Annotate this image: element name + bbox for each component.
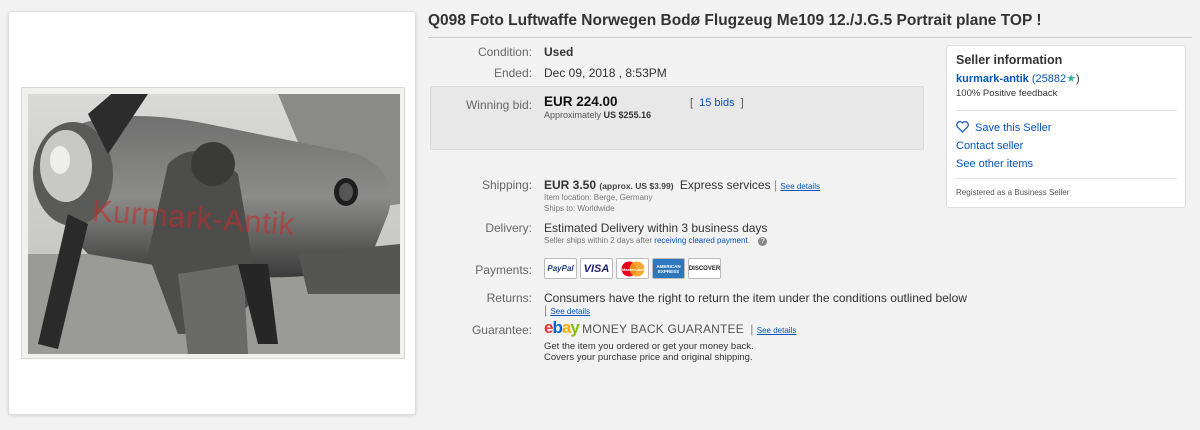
seller-feedback-score[interactable]: (25882: [1032, 73, 1066, 85]
ended-value: Dec 09, 2018 , 8:53PM: [544, 66, 667, 80]
seller-info-heading: Seller information: [956, 53, 1063, 67]
seller-score-close: ): [1075, 73, 1080, 85]
guarantee-line-1: Get the item you ordered or get your mon…: [544, 341, 754, 352]
condition-label: Condition:: [477, 45, 532, 59]
mastercard-text: MasterCard: [621, 267, 644, 272]
save-seller-link[interactable]: Save this Seller: [956, 121, 1051, 134]
amex-logo: AMERICAN EXPRESS: [652, 258, 685, 279]
returns-text: Consumers have the right to return the i…: [544, 291, 967, 305]
returns-see-details-link[interactable]: See details: [550, 307, 590, 316]
cleared-payment-link[interactable]: receiving cleared payment: [654, 236, 747, 245]
help-icon[interactable]: ?: [758, 237, 768, 246]
feedback-star-icon: ★: [1066, 73, 1076, 85]
winning-bid-approx: Approximately US $255.16: [544, 110, 651, 120]
guarantee-see-details-link[interactable]: See details: [757, 326, 797, 335]
item-photo-panel: Kurmark-Antik: [8, 11, 416, 415]
condition-value: Used: [544, 45, 574, 59]
delivery-label: Delivery:: [485, 221, 532, 235]
seller-name-row: kurmark-antik (25882★): [956, 72, 1080, 85]
returns-label: Returns:: [486, 291, 532, 305]
item-location: Item location: Berge, Germany: [544, 193, 653, 202]
winning-bid-label: Winning bid:: [465, 98, 532, 112]
bid-bracket-close: ]: [740, 97, 744, 109]
guarantee-label: Guarantee:: [471, 323, 532, 337]
business-seller-note: Registered as a Business Seller: [956, 188, 1070, 197]
shipping-approx: (approx. US $3.99): [599, 181, 674, 191]
ships-to: Ships to: Worldwide: [544, 204, 615, 213]
approx-prefix: Approximately: [544, 110, 602, 120]
item-title: Q098 Foto Luftwaffe Norwegen Bodø Flugze…: [428, 12, 1042, 29]
money-back-guarantee-text: MONEY BACK GUARANTEE: [582, 322, 744, 336]
delivery-note: Seller ships within 2 days after receivi…: [544, 236, 768, 246]
bid-count: [ 15 bids ]: [690, 97, 744, 109]
seller-name-link[interactable]: kurmark-antik: [956, 73, 1029, 85]
item-photo[interactable]: Kurmark-Antik: [21, 87, 405, 359]
title-divider: [428, 37, 1192, 38]
mastercard-circles-icon: MasterCard: [621, 261, 644, 276]
ended-label: Ended:: [493, 66, 532, 80]
shipping-service: Express services: [679, 178, 771, 192]
seller-information-box: Seller information kurmark-antik (25882★…: [946, 45, 1186, 208]
seller-divider-2: [956, 178, 1177, 179]
contact-seller-link[interactable]: Contact seller: [956, 140, 1023, 152]
seller-divider-1: [956, 110, 1177, 111]
payment-methods: PayPal VISA MasterCard AMERICAN EXPRESS …: [544, 258, 721, 279]
delivery-estimate: Estimated Delivery within 3 business day…: [544, 221, 768, 235]
see-other-items-link[interactable]: See other items: [956, 158, 1033, 170]
delivery-note-suffix: .: [747, 236, 750, 245]
shipping-cost: EUR 3.50: [544, 178, 597, 192]
shipping-value: EUR 3.50 (approx. US $3.99) Express serv…: [544, 178, 820, 192]
approx-value: US $255.16: [603, 110, 652, 120]
bid-history-link[interactable]: 15 bids: [699, 97, 734, 109]
returns-see-details: | See details: [544, 303, 591, 317]
seller-positive-feedback: 100% Positive feedback: [956, 88, 1058, 99]
paypal-logo: PayPal: [544, 258, 577, 279]
delivery-note-prefix: Seller ships within 2 days after: [544, 236, 653, 245]
guarantee-header: ebay MONEY BACK GUARANTEE | See details: [544, 318, 797, 337]
shipping-see-details-link[interactable]: See details: [780, 182, 820, 191]
discover-logo: DISCOVER: [688, 258, 721, 279]
shipping-label: Shipping:: [481, 178, 532, 192]
winning-bid-box: [430, 86, 924, 150]
save-seller-label: Save this Seller: [975, 122, 1052, 134]
ebay-logo: ebay: [544, 318, 580, 337]
payments-label: Payments:: [475, 263, 532, 277]
guarantee-line-2: Covers your purchase price and original …: [544, 352, 753, 363]
mastercard-logo: MasterCard: [616, 258, 649, 279]
heart-icon: [956, 121, 969, 133]
winning-bid-price: EUR 224.00: [544, 94, 618, 109]
visa-logo: VISA: [580, 258, 613, 279]
bid-bracket-open: [: [690, 97, 694, 109]
